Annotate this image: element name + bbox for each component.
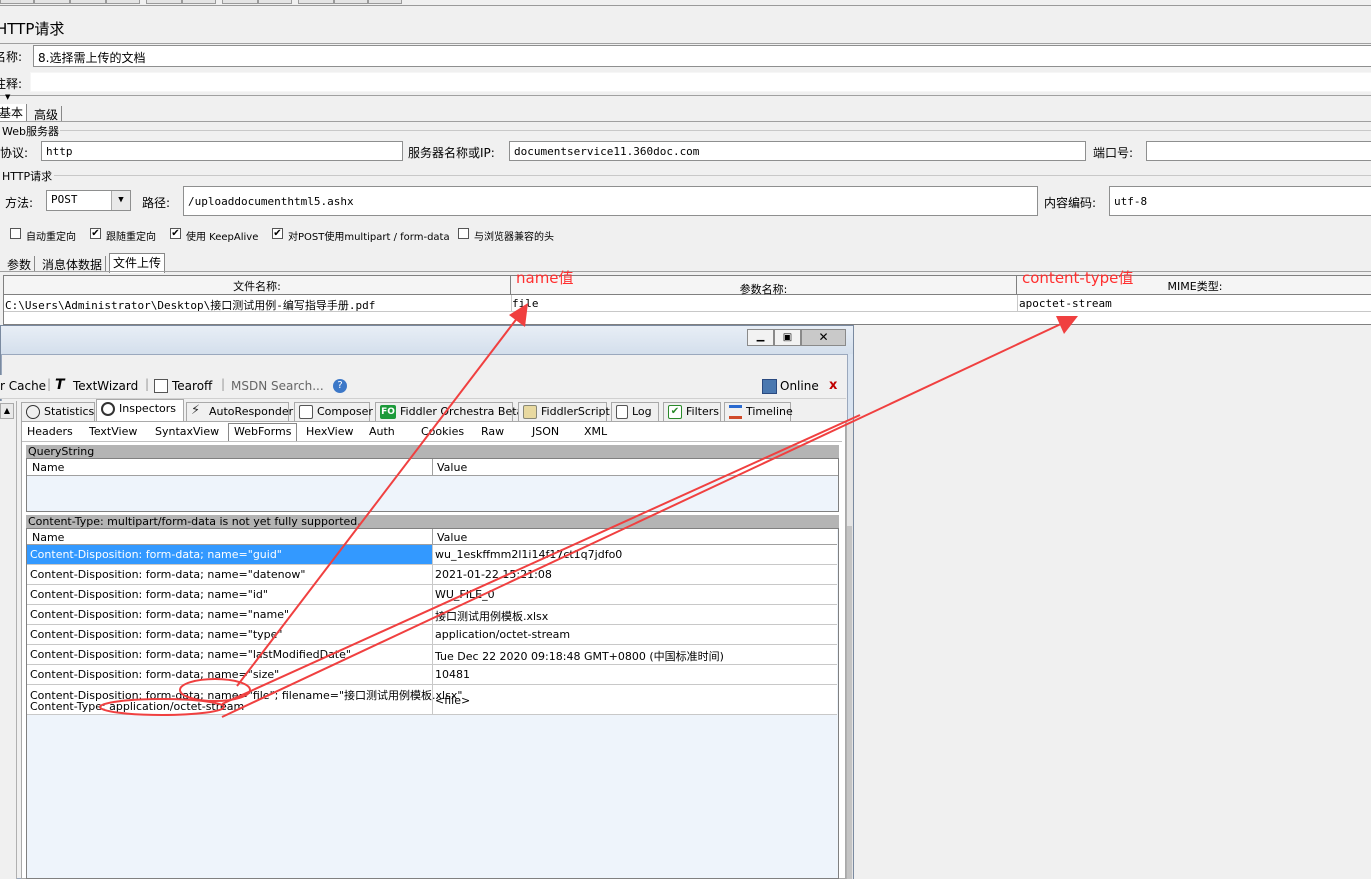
arrow-head-name (509, 303, 528, 327)
highlight-ellipse (99, 698, 225, 716)
annotation-overlay (99, 303, 1078, 718)
annotation-line (221, 414, 861, 705)
arrow-line-content-type (221, 322, 1064, 718)
highlight-ellipse (179, 678, 251, 702)
arrow-line-name (236, 316, 519, 687)
